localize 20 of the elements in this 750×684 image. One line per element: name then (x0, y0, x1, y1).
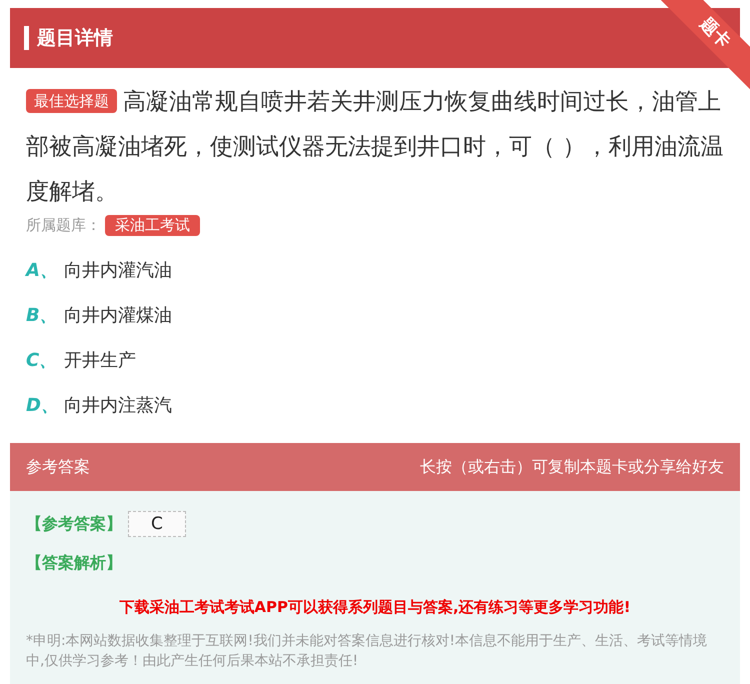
option-text: 向井内注蒸汽 (64, 394, 172, 418)
option-letter: B、 (26, 304, 58, 328)
option-letter: C、 (26, 349, 58, 373)
answer-label: 【参考答案】 (26, 514, 122, 534)
question-text: 最佳选择题 高凝油常规自喷井若关井测压力恢复曲线时间过长，油管上部被高凝油堵死，使测试仪器无法提到井口时，可（ ），利用油流温度解堵。 (25, 88, 724, 207)
answer-title: 参考答案 (26, 456, 90, 478)
disclaimer-text: *申明:本网站数据收集整理于互联网!我们并未能对答案信息进行核对!本信息不能用于生产、生活、考试等情境中,仅供学习参考！由此产生任何后果本站不承担责任! (26, 632, 708, 671)
accent-bar (24, 26, 29, 50)
header-title: 题目详情 (37, 26, 113, 51)
option-text: 开井生产 (64, 349, 136, 373)
option-text: 向井内灌煤油 (64, 304, 172, 328)
share-hint: 长按（或右击）可复制本题卡或分享给好友 (420, 456, 724, 478)
answer-value: C (128, 511, 186, 537)
promo-text[interactable]: 下载采油工考试考试APP可以获得系列题目与答案,还有练习等更多学习功能! (26, 598, 724, 617)
option-letter: D、 (26, 394, 58, 418)
option-text: 向井内灌汽油 (64, 259, 172, 283)
bank-label: 所属题库： (26, 216, 101, 235)
option-letter: A、 (26, 259, 58, 283)
analysis-label: 【答案解析】 (26, 553, 123, 574)
bank-tag[interactable]: 采油工考试 (105, 215, 200, 236)
